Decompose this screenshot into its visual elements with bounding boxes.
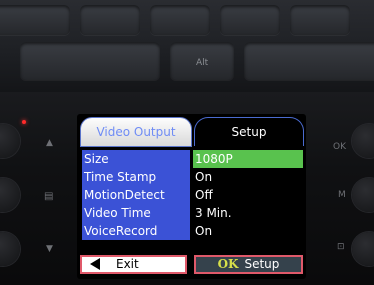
side-button[interactable]: [352, 178, 374, 212]
ok-button-label: OK: [333, 142, 346, 152]
menu-list-icon: ▤: [44, 191, 54, 202]
exit-button-label: Exit: [116, 257, 139, 271]
setting-value: On: [195, 170, 213, 184]
keyboard-key: [20, 42, 160, 80]
side-button[interactable]: [352, 232, 374, 266]
tab-setup[interactable]: Setup: [194, 117, 304, 146]
back-arrow-icon: [90, 257, 100, 270]
settings-list: Size 1080P Time Stamp On MotionDetect Of…: [82, 150, 303, 240]
keyboard-background: Alt: [0, 0, 374, 92]
keyboard-key: [0, 5, 70, 35]
side-button[interactable]: [0, 178, 20, 212]
menu-buttons: Exit OK Setup: [80, 255, 303, 275]
exit-button[interactable]: Exit: [80, 255, 187, 274]
down-arrow-icon: ▼: [46, 244, 53, 254]
setting-value: Off: [195, 188, 213, 202]
setting-row-time-stamp[interactable]: Time Stamp On: [82, 168, 303, 186]
lock-icon: ⊡: [337, 242, 345, 252]
keyboard-key: [244, 42, 374, 80]
keyboard-key: [290, 5, 350, 35]
setting-value: 1080P: [193, 150, 303, 168]
setting-row-motion-detect[interactable]: MotionDetect Off: [82, 186, 303, 204]
setting-row-size[interactable]: Size 1080P: [82, 150, 303, 168]
power-led-indicator: [22, 120, 26, 124]
setting-value: On: [195, 224, 213, 238]
keyboard-key: [150, 5, 210, 35]
keyboard-key: [220, 5, 280, 35]
menu-tabs: Video Output Setup: [77, 114, 306, 147]
ok-setup-button[interactable]: OK Setup: [194, 255, 303, 274]
setting-label: VoiceRecord: [82, 222, 190, 240]
setting-row-voice-record[interactable]: VoiceRecord On: [82, 222, 303, 240]
setting-label: Time Stamp: [82, 168, 190, 186]
setup-button-label: Setup: [244, 257, 280, 271]
setting-row-video-time[interactable]: Video Time 3 Min.: [82, 204, 303, 222]
setting-label: Video Time: [82, 204, 190, 222]
menu-button-label: M: [338, 190, 346, 200]
keyboard-key: [80, 5, 140, 35]
ok-label: OK: [217, 257, 239, 271]
tab-video-output[interactable]: Video Output: [80, 117, 192, 147]
side-button[interactable]: [0, 124, 20, 158]
setting-value: 3 Min.: [195, 206, 232, 220]
side-button[interactable]: [352, 124, 374, 158]
setting-label: MotionDetect: [82, 186, 190, 204]
up-arrow-icon: ▲: [46, 138, 53, 148]
side-button[interactable]: [0, 232, 20, 266]
alt-key-label: Alt: [196, 58, 209, 68]
setting-label: Size: [82, 150, 190, 168]
lcd-screen: Video Output Setup Size 1080P Time Stamp…: [77, 114, 306, 279]
alt-key: Alt: [170, 42, 234, 80]
